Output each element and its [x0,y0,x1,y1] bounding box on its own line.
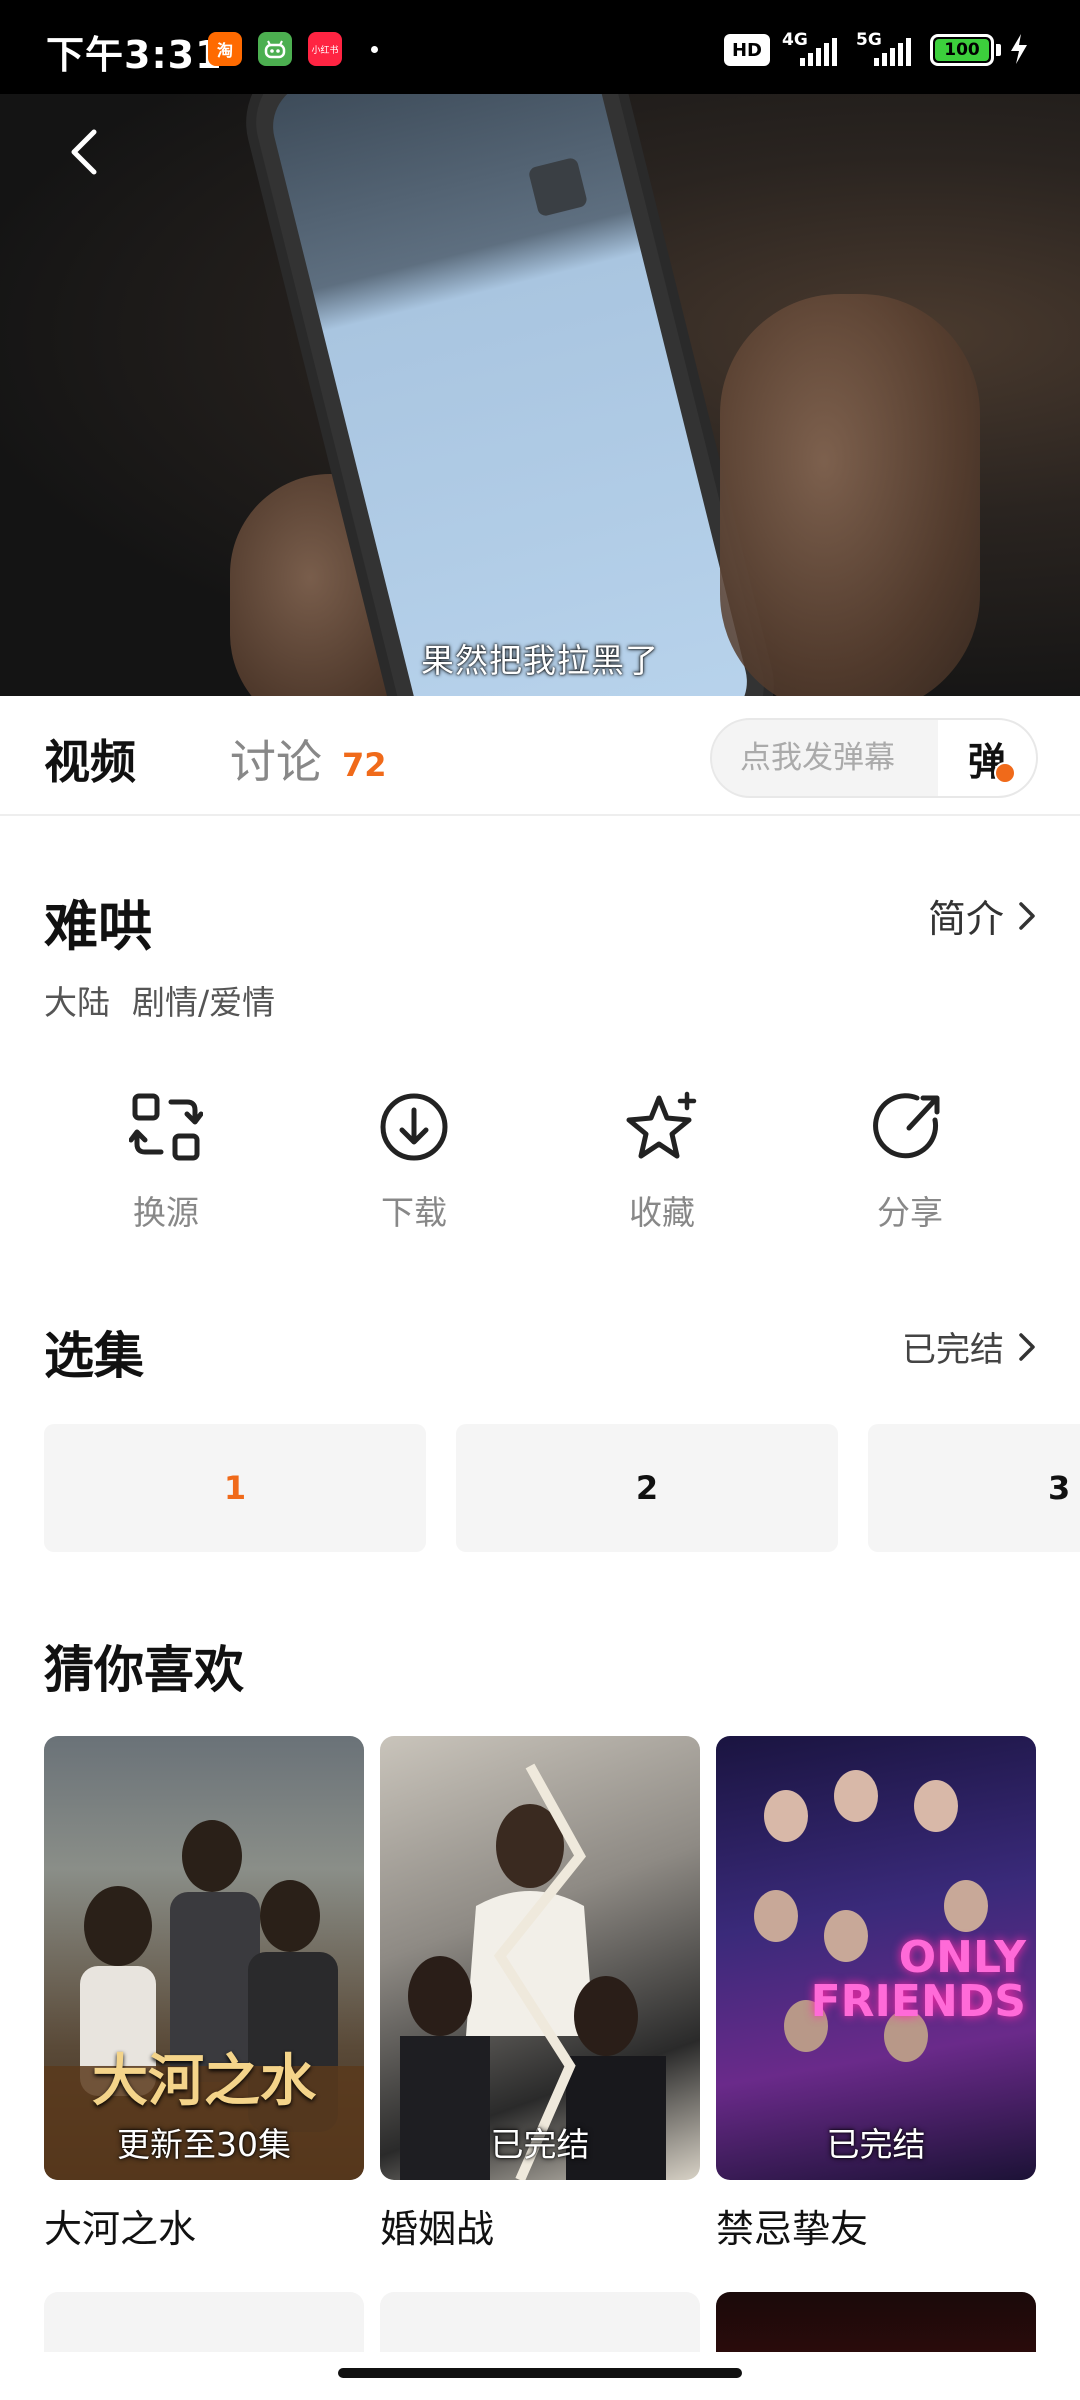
intro-link[interactable]: 简介 [928,888,1036,943]
danmaku-icon: 弹 [968,731,1016,786]
episodes-section-title: 选集 [44,1327,144,1385]
status-time: 下午3:31 [46,33,223,77]
home-indicator[interactable] [338,2368,742,2378]
poster-badge: 已完结 [490,2125,590,2164]
discuss-count-badge: 72 [342,746,387,784]
recommend-card[interactable]: 大河之水 更新至30集 大河之水 [44,1736,364,2253]
show-meta: 大陆 剧情/爱情 [44,976,297,1024]
video-subtitle: 果然把我拉黑了 [421,641,659,680]
poster-image: 已完结 [380,1736,700,2180]
switch-source-icon [129,1093,203,1161]
tab-discuss[interactable]: 讨论 [230,726,322,792]
signal-bars-1-icon [800,34,837,66]
xiaohongshu-app-icon: 小红书 [308,32,342,66]
android-app-icon [258,32,292,66]
favorite-button[interactable]: 收藏 [562,1090,762,1240]
recommend-title: 禁忌挚友 [716,2207,869,2251]
battery-level: 100 [935,39,989,61]
hd-voice-icon: HD [724,34,770,66]
download-label: 下载 [381,1193,447,1232]
switch-source-label: 换源 [133,1193,199,1232]
switch-source-button[interactable]: 换源 [66,1090,266,1240]
share-icon [873,1093,940,1159]
recommend-title: 大河之水 [44,2207,197,2251]
share-label: 分享 [877,1193,943,1232]
poster-badge: 更新至30集 [117,2125,291,2164]
battery-icon: 100 [930,34,994,66]
video-player[interactable]: 果然把我拉黑了 [0,94,1080,696]
poster-art [400,1763,666,2180]
danmaku-input[interactable] [712,720,940,796]
taobao-app-icon: 淘 [208,32,242,66]
back-arrow-icon[interactable] [58,122,118,182]
recommend-card[interactable]: ONLY FRIENDS 已完结 禁忌挚友 [716,1736,1036,2253]
tab-video[interactable]: 视频 [44,726,136,792]
favorite-star-icon [626,1091,697,1159]
danmaku-toggle-button[interactable]: 弹 [938,720,1036,796]
recommend-card[interactable]: 已完结 婚姻战 [380,1736,700,2253]
favorite-label: 收藏 [629,1193,695,1232]
content-tabs: 视频 讨论 72 弹 [0,696,1080,816]
show-region: 大陆 [44,983,110,1022]
recommend-section-title: 猜你喜欢 [44,1641,244,1699]
show-title: 难哄 [44,895,152,958]
notification-dot [371,46,378,53]
chevron-right-icon [1019,1332,1035,1361]
video-frame-avatar [527,156,589,218]
recommend-card-placeholder[interactable] [716,2292,1036,2352]
signal-bars-2-icon [874,34,911,66]
danmaku-bar: 弹 [710,718,1038,798]
poster-title-art: 大河之水 [92,2048,316,2114]
episode-item[interactable]: 2 [456,1424,838,1552]
recommend-list-row-2 [44,2292,1080,2352]
charging-bolt-icon [1011,34,1027,64]
episodes-status-label: 已完结 [902,1330,1004,1370]
share-button[interactable]: 分享 [810,1090,1010,1240]
episode-list[interactable]: 1 2 3 [44,1424,1080,1552]
episode-item[interactable]: 3 [868,1424,1080,1552]
danmaku-check-badge [994,761,1016,784]
intro-label: 简介 [927,897,1004,941]
download-button[interactable]: 下载 [314,1090,514,1240]
poster-title-art: ONLY FRIENDS [810,1932,1026,2027]
recommend-card-placeholder[interactable] [44,2292,364,2352]
chevron-right-icon [1019,901,1035,930]
episode-item[interactable]: 1 [44,1424,426,1552]
recommend-title: 婚姻战 [380,2207,495,2251]
show-genre: 剧情/爱情 [132,983,276,1022]
download-icon [380,1093,448,1161]
action-bar: 换源 下载 收藏 分享 [0,1090,1080,1240]
battery-cap [996,44,1001,56]
poster-badge: 已完结 [826,2125,926,2164]
recommend-card-placeholder[interactable] [380,2292,700,2352]
poster-image: 大河之水 更新至30集 [44,1736,364,2180]
poster-image: ONLY FRIENDS 已完结 [716,1736,1036,2180]
status-bar: 下午3:31 淘 小红书 HD 4G 5G 100 [0,0,1080,94]
episodes-status-link[interactable]: 已完结 [902,1322,1036,1371]
